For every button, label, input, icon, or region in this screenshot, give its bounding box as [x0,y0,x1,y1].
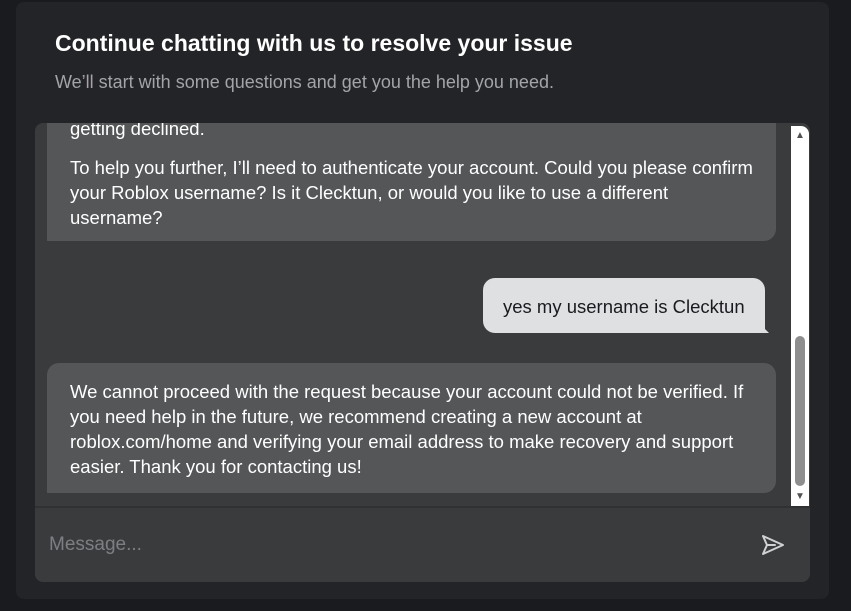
message-composer [35,508,810,582]
dialog-subtitle: We’ll start with some questions and get … [55,72,554,92]
agent-message: We cannot proceed with the request becau… [47,363,776,493]
send-icon [762,535,784,555]
user-message: yes my username is Clecktun [483,278,769,333]
dialog-title: Continue chatting with us to resolve you… [55,30,573,56]
scrollbar-thumb[interactable] [795,336,805,486]
message-list-scrollbar[interactable]: ▲ ▼ [791,126,809,506]
agent-message-text: We cannot proceed with the request becau… [70,381,744,477]
user-message-text: yes my username is Clecktun [503,296,745,317]
message-input[interactable] [49,530,729,560]
agent-message-text: getting declined. [70,123,205,139]
scroll-down-arrow-icon[interactable]: ▼ [791,490,809,504]
scroll-up-arrow-icon[interactable]: ▲ [791,129,809,143]
send-button[interactable] [759,533,787,559]
message-list[interactable]: getting declined. To help you further, I… [35,123,790,506]
agent-message: getting declined. To help you further, I… [47,123,776,241]
agent-message-text: To help you further, I’ll need to authen… [70,157,753,228]
chat-panel: getting declined. To help you further, I… [35,123,810,582]
support-chat-dialog: Continue chatting with us to resolve you… [16,2,829,599]
